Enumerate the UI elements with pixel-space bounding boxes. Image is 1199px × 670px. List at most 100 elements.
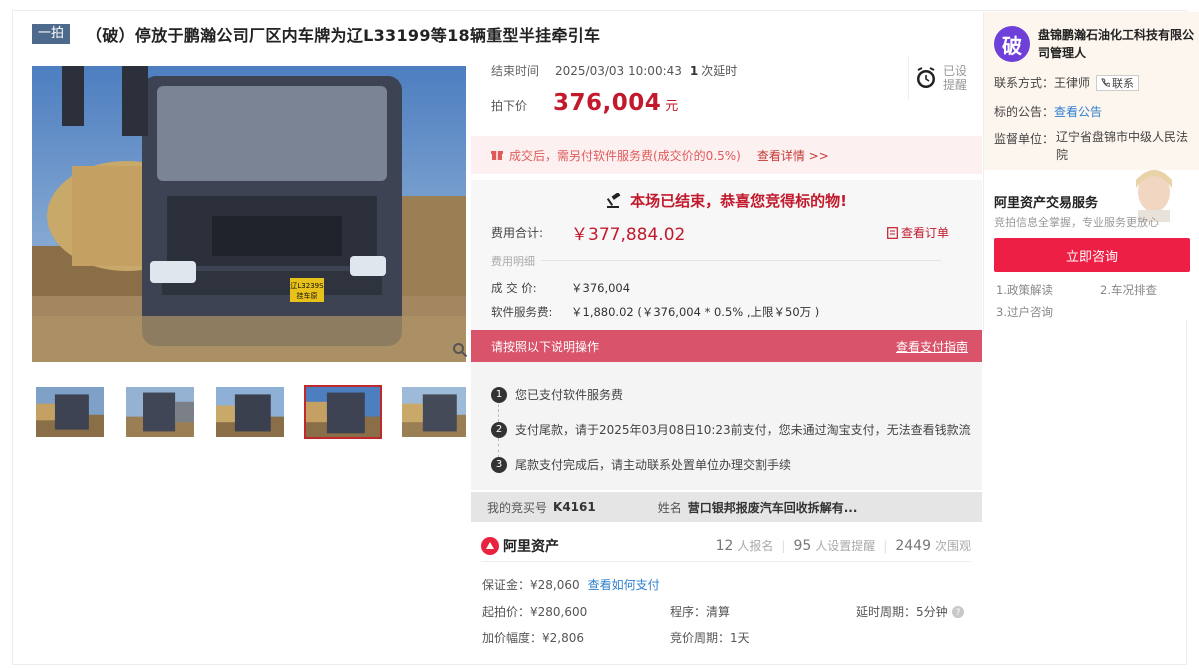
main-image[interactable]: 辽L3239S 挂车原 <box>32 66 466 362</box>
step-item: 3 尾款支付完成后，请主动联系处置单位办理交割手续 <box>491 456 791 473</box>
order-icon <box>887 226 898 239</box>
view-notice-link[interactable]: 查看公告 <box>1054 103 1102 120</box>
stats-row: 阿里资产 12 人报名 | 95 人设置提醒 | 2449 次围观 <box>481 530 971 562</box>
sidebar: 破 盘锦鹏瀚石油化工科技有限公司管理人 联系方式： 王律师 联系 标的公告： 查… <box>983 12 1199 332</box>
service-fee-label: 软件服务费: <box>491 305 553 319</box>
alarm-clock-icon <box>917 67 935 88</box>
view-order-text: 查看订单 <box>900 226 949 240</box>
step-connector <box>498 438 499 458</box>
thumbnail[interactable] <box>214 385 286 439</box>
delay-count: 1 <box>689 63 699 78</box>
end-time-row: 结束时间 2025/03/03 10:00:43 1 次延时 <box>491 62 737 79</box>
price-label: 拍下价 <box>491 99 528 113</box>
org-name[interactable]: 盘锦鹏瀚石油化工科技有限公司管理人 <box>1038 26 1198 62</box>
deal-price-label: 成 交 价: <box>491 281 537 295</box>
remind-line-2: 提醒 <box>943 78 968 92</box>
step-text: 您已支付软件服务费 <box>515 388 624 402</box>
result-title-text: 本场已结束，恭喜您竞得标的物! <box>630 192 847 210</box>
service-subtitle: 竞拍信息全掌握，专业服务更放心 <box>994 216 1159 229</box>
payment-guide-link[interactable]: 查看支付指南 <box>896 338 968 355</box>
bid-number-value: K4161 <box>553 500 596 514</box>
deposit-row: 保证金：¥28,060 查看如何支付 <box>482 576 660 593</box>
stats-counts: 12 人报名 | 95 人设置提醒 | 2449 次围观 <box>715 538 971 554</box>
contact-label: 联系方式： <box>994 76 1055 90</box>
gift-icon <box>491 151 503 160</box>
contact-name: 王律师 <box>1054 76 1091 90</box>
fee-notice-bar: 成交后，需另付软件服务费(成交价的0.5%) 查看详情 >> <box>471 136 982 174</box>
how-to-pay-link[interactable]: 查看如何支付 <box>588 578 660 592</box>
step-connector <box>498 404 499 422</box>
bid-number-label: 我的竞买号 <box>487 500 548 515</box>
guide-text: 请按照以下说明操作 <box>491 339 600 354</box>
service-fee-value: ￥1,880.02 (￥376,004 * 0.5% ,上限￥50万 ) <box>571 305 820 319</box>
bid-period: 竞价周期：1天 <box>670 631 750 645</box>
supervisor-row: 监督单位： 辽宁省盘锦市中级人民法院 <box>994 130 1194 164</box>
total-label: 费用合计: <box>491 226 544 240</box>
step-item: 2 支付尾款，请于2025年03月08日10:23前支付，您未通过淘宝支付，无法查… <box>491 421 971 438</box>
svg-text:?: ? <box>955 608 960 618</box>
service-link-policy[interactable]: 1.政策解读 <box>996 282 1053 298</box>
signup-label: 人报名 <box>737 539 774 553</box>
delay-label: 次延时 <box>701 64 738 78</box>
zoom-icon[interactable] <box>452 342 468 358</box>
increment: 加价幅度：¥2,806 <box>482 631 584 645</box>
deal-price-value: ￥376,004 <box>571 281 631 295</box>
delay-period: 延时周期：5分钟 <box>856 605 948 619</box>
contact-row: 联系方式： 王律师 联系 <box>994 74 1140 91</box>
buyer-name-value: 营口银邦报废汽车回收拆解有... <box>687 500 858 515</box>
service-link-transfer[interactable]: 3.过户咨询 <box>996 304 1053 320</box>
remind-line-1: 已设 <box>943 64 968 78</box>
step-text: 尾款支付完成后，请主动联系处置单位办理交割手续 <box>515 458 792 472</box>
contact-button[interactable]: 联系 <box>1096 74 1140 91</box>
thumbnail[interactable] <box>34 385 106 439</box>
view-count: 2449 <box>895 538 931 554</box>
total-row: 费用合计: ￥377,884.02 查看订单 <box>491 220 961 245</box>
service-box: 阿里资产交易服务 竞拍信息全掌握，专业服务更放心 立即咨询 1.政策解读 2.车… <box>984 170 1199 320</box>
phone-icon <box>1101 78 1111 87</box>
end-time-label: 结束时间 <box>491 64 540 78</box>
step-text: 支付尾款，请于2025年03月08日10:23前支付，您未通过淘宝支付，无法查看… <box>515 423 971 437</box>
deal-price-row: 成 交 价: ￥376,004 <box>491 280 630 296</box>
steps-list: 1 您已支付软件服务费 2 支付尾款，请于2025年03月08日10:23前支付，您… <box>471 362 982 490</box>
thumbnail[interactable] <box>124 385 196 439</box>
thumbnail-selected[interactable] <box>304 385 382 439</box>
plate-text-1: 辽L3239S <box>290 282 324 290</box>
contact-button-label: 联系 <box>1112 76 1135 90</box>
gavel-icon <box>606 192 621 208</box>
service-link-inspection[interactable]: 2.车况排查 <box>1100 282 1157 298</box>
auction-round-tag: 一拍 <box>32 24 71 44</box>
supervisor-label: 监督单位： <box>994 132 1055 146</box>
result-box: 本场已结束，恭喜您竞得标的物! 费用合计: ￥377,884.02 查看订单 费… <box>471 180 982 330</box>
remind-toggle[interactable]: 已设 提醒 <box>908 56 974 100</box>
consult-now-button[interactable]: 立即咨询 <box>994 238 1190 272</box>
service-fee-row: 软件服务费: ￥1,880.02 (￥376,004 * 0.5% ,上限￥50… <box>491 304 819 320</box>
thumbnail-strip <box>34 385 466 439</box>
reminder-count: 95 <box>793 538 812 554</box>
ali-logo-text: 阿里资产 <box>503 538 559 555</box>
service-title: 阿里资产交易服务 <box>994 196 1099 211</box>
price-value: 376,004 <box>553 90 662 116</box>
buyer-name-label: 姓名 <box>657 500 682 515</box>
price-row: 拍下价 376,004 元 <box>491 90 678 116</box>
signup-count: 12 <box>715 538 734 554</box>
notice-label: 标的公告： <box>994 105 1055 119</box>
fee-detail-label: 费用明细 <box>491 255 535 268</box>
view-order-link[interactable]: 查看订单 <box>887 224 949 241</box>
start-price: 起拍价：¥280,600 <box>482 605 588 619</box>
page-title: （破）停放于鹏瀚公司厂区内车牌为辽L33199等18辆重型半挂牵引车 <box>86 26 601 45</box>
total-value: ￥377,884.02 <box>571 225 686 245</box>
end-time-value: 2025/03/03 10:00:43 <box>555 63 682 78</box>
notice-row: 标的公告： 查看公告 <box>994 103 1102 120</box>
result-title: 本场已结束，恭喜您竞得标的物! <box>471 190 982 211</box>
seller-card: 破 盘锦鹏瀚石油化工科技有限公司管理人 联系方式： 王律师 联系 标的公告： 查… <box>984 12 1199 170</box>
help-icon[interactable]: ? <box>951 605 964 618</box>
divider <box>541 260 941 261</box>
fee-detail-link[interactable]: 查看详情 >> <box>757 147 829 164</box>
thumbnail[interactable] <box>400 385 466 439</box>
deposit-value: 保证金：¥28,060 <box>482 578 580 592</box>
buyer-bar: 我的竞买号 K4161 姓名 营口银邦报废汽车回收拆解有... <box>471 492 982 522</box>
ali-logo-icon <box>481 536 499 555</box>
plate-text-2: 挂车原 <box>297 291 318 300</box>
ali-asset-logo: 阿里资产 <box>481 536 559 556</box>
supervisor-value: 辽宁省盘锦市中级人民法院 <box>1056 130 1189 162</box>
